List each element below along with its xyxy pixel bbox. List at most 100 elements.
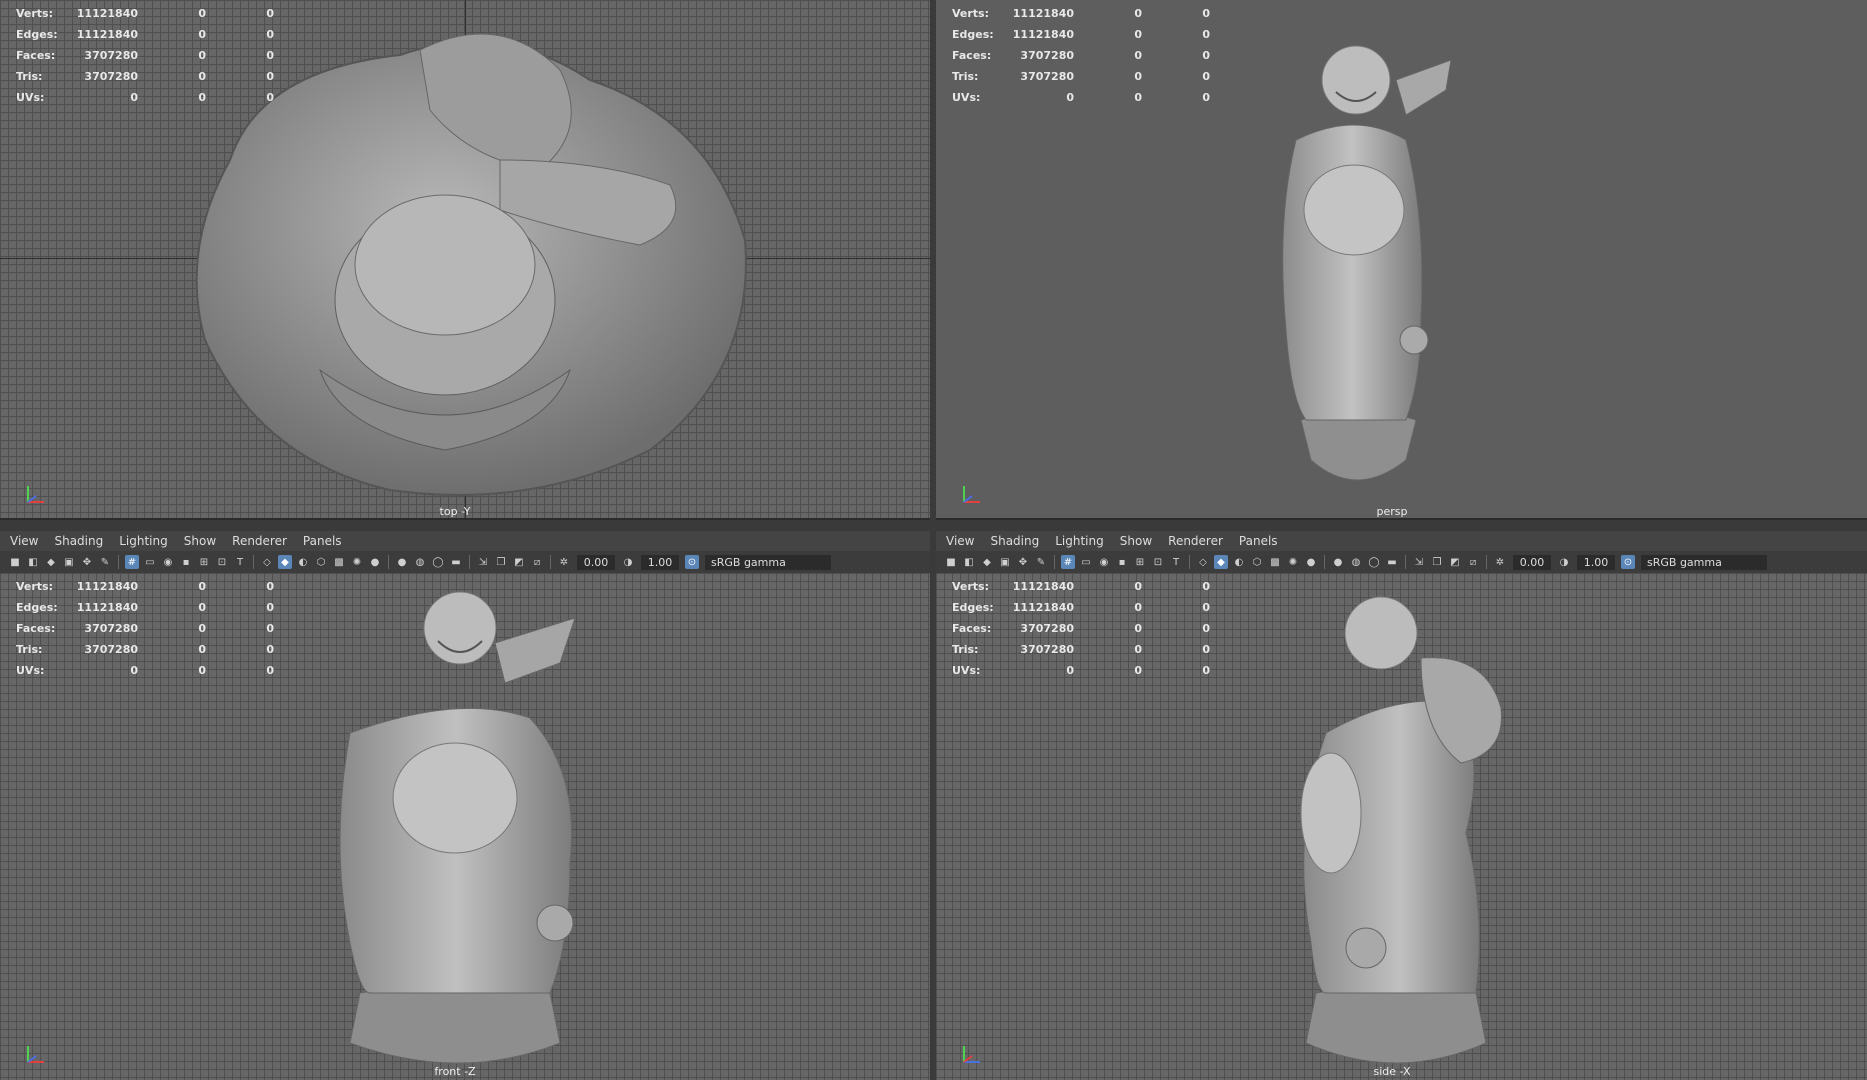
- smooth-shade-icon[interactable]: ◆: [1214, 555, 1228, 569]
- backface-icon[interactable]: ⧄: [530, 555, 544, 569]
- toolbar-separator: [388, 555, 389, 569]
- statue-side-view[interactable]: [1286, 583, 1516, 1073]
- menu-renderer[interactable]: Renderer: [1168, 534, 1223, 548]
- menu-view[interactable]: View: [10, 534, 38, 548]
- color-management-icon[interactable]: ⊙: [685, 555, 699, 569]
- menu-panels[interactable]: Panels: [303, 534, 342, 548]
- menu-lighting[interactable]: Lighting: [1055, 534, 1104, 548]
- exposure-icon[interactable]: ✲: [1493, 555, 1507, 569]
- grease-pencil-icon[interactable]: ✎: [1034, 555, 1048, 569]
- gate-mask-icon[interactable]: ▪: [179, 555, 193, 569]
- panel-menubar: View Shading Lighting Show Renderer Pane…: [936, 531, 1867, 551]
- motion-blur-icon[interactable]: ◍: [413, 555, 427, 569]
- menu-shading[interactable]: Shading: [54, 534, 103, 548]
- resolution-gate-icon[interactable]: ◉: [161, 555, 175, 569]
- camera-attributes-icon[interactable]: ◧: [962, 555, 976, 569]
- image-plane-icon[interactable]: ▣: [998, 555, 1012, 569]
- camera-icon[interactable]: ■: [944, 555, 958, 569]
- pan-zoom-icon[interactable]: ✥: [80, 555, 94, 569]
- menu-view[interactable]: View: [946, 534, 974, 548]
- smooth-shade-icon[interactable]: ◆: [278, 555, 292, 569]
- textured-icon[interactable]: ▩: [332, 555, 346, 569]
- wireframe-on-shaded-icon[interactable]: ⬡: [314, 555, 328, 569]
- hud-value: 0: [1134, 664, 1142, 677]
- exposure-icon[interactable]: ✲: [557, 555, 571, 569]
- hud-value: 0: [266, 7, 274, 20]
- safe-title-icon[interactable]: T: [233, 555, 247, 569]
- gamma-icon[interactable]: ◑: [1557, 555, 1571, 569]
- grid-toggle-icon[interactable]: #: [1061, 555, 1075, 569]
- gamma-icon[interactable]: ◑: [621, 555, 635, 569]
- menu-lighting[interactable]: Lighting: [119, 534, 168, 548]
- ambient-occlusion-icon[interactable]: ●: [395, 555, 409, 569]
- hud-value: 0: [1202, 664, 1210, 677]
- lights-icon[interactable]: ✺: [350, 555, 364, 569]
- xray-joints-icon[interactable]: ◩: [1448, 555, 1462, 569]
- anti-aliasing-icon[interactable]: ◯: [1367, 555, 1381, 569]
- bookmark-icon[interactable]: ◆: [44, 555, 58, 569]
- hud-value: 11121840: [1012, 580, 1074, 593]
- menu-shading[interactable]: Shading: [990, 534, 1039, 548]
- gamma-field[interactable]: 1.00: [641, 554, 679, 570]
- camera-icon[interactable]: ■: [8, 555, 22, 569]
- hud-value: 0: [130, 664, 138, 677]
- viewport-side[interactable]: View Shading Lighting Show Renderer Pane…: [936, 531, 1867, 1080]
- safe-action-icon[interactable]: ⊡: [215, 555, 229, 569]
- menu-panels[interactable]: Panels: [1239, 534, 1278, 548]
- viewport-persp-canvas[interactable]: Verts: 11121840 0 0 Edges: 11121840 0 0 Faces:…: [936, 0, 1867, 520]
- image-plane-icon[interactable]: ▣: [62, 555, 76, 569]
- menu-show[interactable]: Show: [1120, 534, 1152, 548]
- exposure-field[interactable]: 0.00: [577, 554, 615, 570]
- wireframe-icon[interactable]: ◇: [260, 555, 274, 569]
- bookmark-icon[interactable]: ◆: [980, 555, 994, 569]
- hud-value: 0: [1202, 28, 1210, 41]
- viewport-top-canvas[interactable]: Verts: 11121840 0 0 Edges: 11121840 0 0 Faces:…: [0, 0, 930, 520]
- hud-value: 0: [1202, 91, 1210, 104]
- camera-attributes-icon[interactable]: ◧: [26, 555, 40, 569]
- shadows-icon[interactable]: ●: [1304, 555, 1318, 569]
- field-chart-icon[interactable]: ⊞: [1133, 555, 1147, 569]
- wireframe-on-shaded-icon[interactable]: ⬡: [1250, 555, 1264, 569]
- menu-renderer[interactable]: Renderer: [232, 534, 287, 548]
- viewport-front[interactable]: View Shading Lighting Show Renderer Pane…: [0, 531, 930, 1080]
- isolate-select-icon[interactable]: ⇲: [1412, 555, 1426, 569]
- grid-toggle-icon[interactable]: #: [125, 555, 139, 569]
- pan-zoom-icon[interactable]: ✥: [1016, 555, 1030, 569]
- viewport-top[interactable]: Verts: 11121840 0 0 Edges: 11121840 0 0 Faces:…: [0, 0, 930, 520]
- textured-icon[interactable]: ▩: [1268, 555, 1282, 569]
- view-transform-dropdown[interactable]: sRGB gamma: [705, 554, 831, 570]
- view-transform-dropdown[interactable]: sRGB gamma: [1641, 554, 1767, 570]
- wireframe-icon[interactable]: ◇: [1196, 555, 1210, 569]
- grease-pencil-icon[interactable]: ✎: [98, 555, 112, 569]
- statue-front-view[interactable]: [330, 583, 590, 1073]
- film-gate-icon[interactable]: ▭: [1079, 555, 1093, 569]
- motion-blur-icon[interactable]: ◍: [1349, 555, 1363, 569]
- xray-icon[interactable]: ❐: [494, 555, 508, 569]
- color-management-icon[interactable]: ⊙: [1621, 555, 1635, 569]
- xray-joints-icon[interactable]: ◩: [512, 555, 526, 569]
- statue-persp-view[interactable]: [1256, 20, 1456, 500]
- depth-of-field-icon[interactable]: ▬: [449, 555, 463, 569]
- safe-action-icon[interactable]: ⊡: [1151, 555, 1165, 569]
- resolution-gate-icon[interactable]: ◉: [1097, 555, 1111, 569]
- ambient-occlusion-icon[interactable]: ●: [1331, 555, 1345, 569]
- viewport-side-canvas[interactable]: Verts: 11121840 0 0 Edges: 11121840 0 0 Faces:…: [936, 573, 1867, 1080]
- viewport-front-canvas[interactable]: Verts: 11121840 0 0 Edges: 11121840 0 0 Faces:…: [0, 573, 930, 1080]
- field-chart-icon[interactable]: ⊞: [197, 555, 211, 569]
- gate-mask-icon[interactable]: ▪: [1115, 555, 1129, 569]
- menu-show[interactable]: Show: [184, 534, 216, 548]
- exposure-field[interactable]: 0.00: [1513, 554, 1551, 570]
- backface-icon[interactable]: ⧄: [1466, 555, 1480, 569]
- default-material-icon[interactable]: ◐: [296, 555, 310, 569]
- xray-icon[interactable]: ❐: [1430, 555, 1444, 569]
- default-material-icon[interactable]: ◐: [1232, 555, 1246, 569]
- safe-title-icon[interactable]: T: [1169, 555, 1183, 569]
- viewport-persp[interactable]: Verts: 11121840 0 0 Edges: 11121840 0 0 Faces:…: [936, 0, 1867, 520]
- isolate-select-icon[interactable]: ⇲: [476, 555, 490, 569]
- film-gate-icon[interactable]: ▭: [143, 555, 157, 569]
- anti-aliasing-icon[interactable]: ◯: [431, 555, 445, 569]
- lights-icon[interactable]: ✺: [1286, 555, 1300, 569]
- gamma-field[interactable]: 1.00: [1577, 554, 1615, 570]
- depth-of-field-icon[interactable]: ▬: [1385, 555, 1399, 569]
- shadows-icon[interactable]: ●: [368, 555, 382, 569]
